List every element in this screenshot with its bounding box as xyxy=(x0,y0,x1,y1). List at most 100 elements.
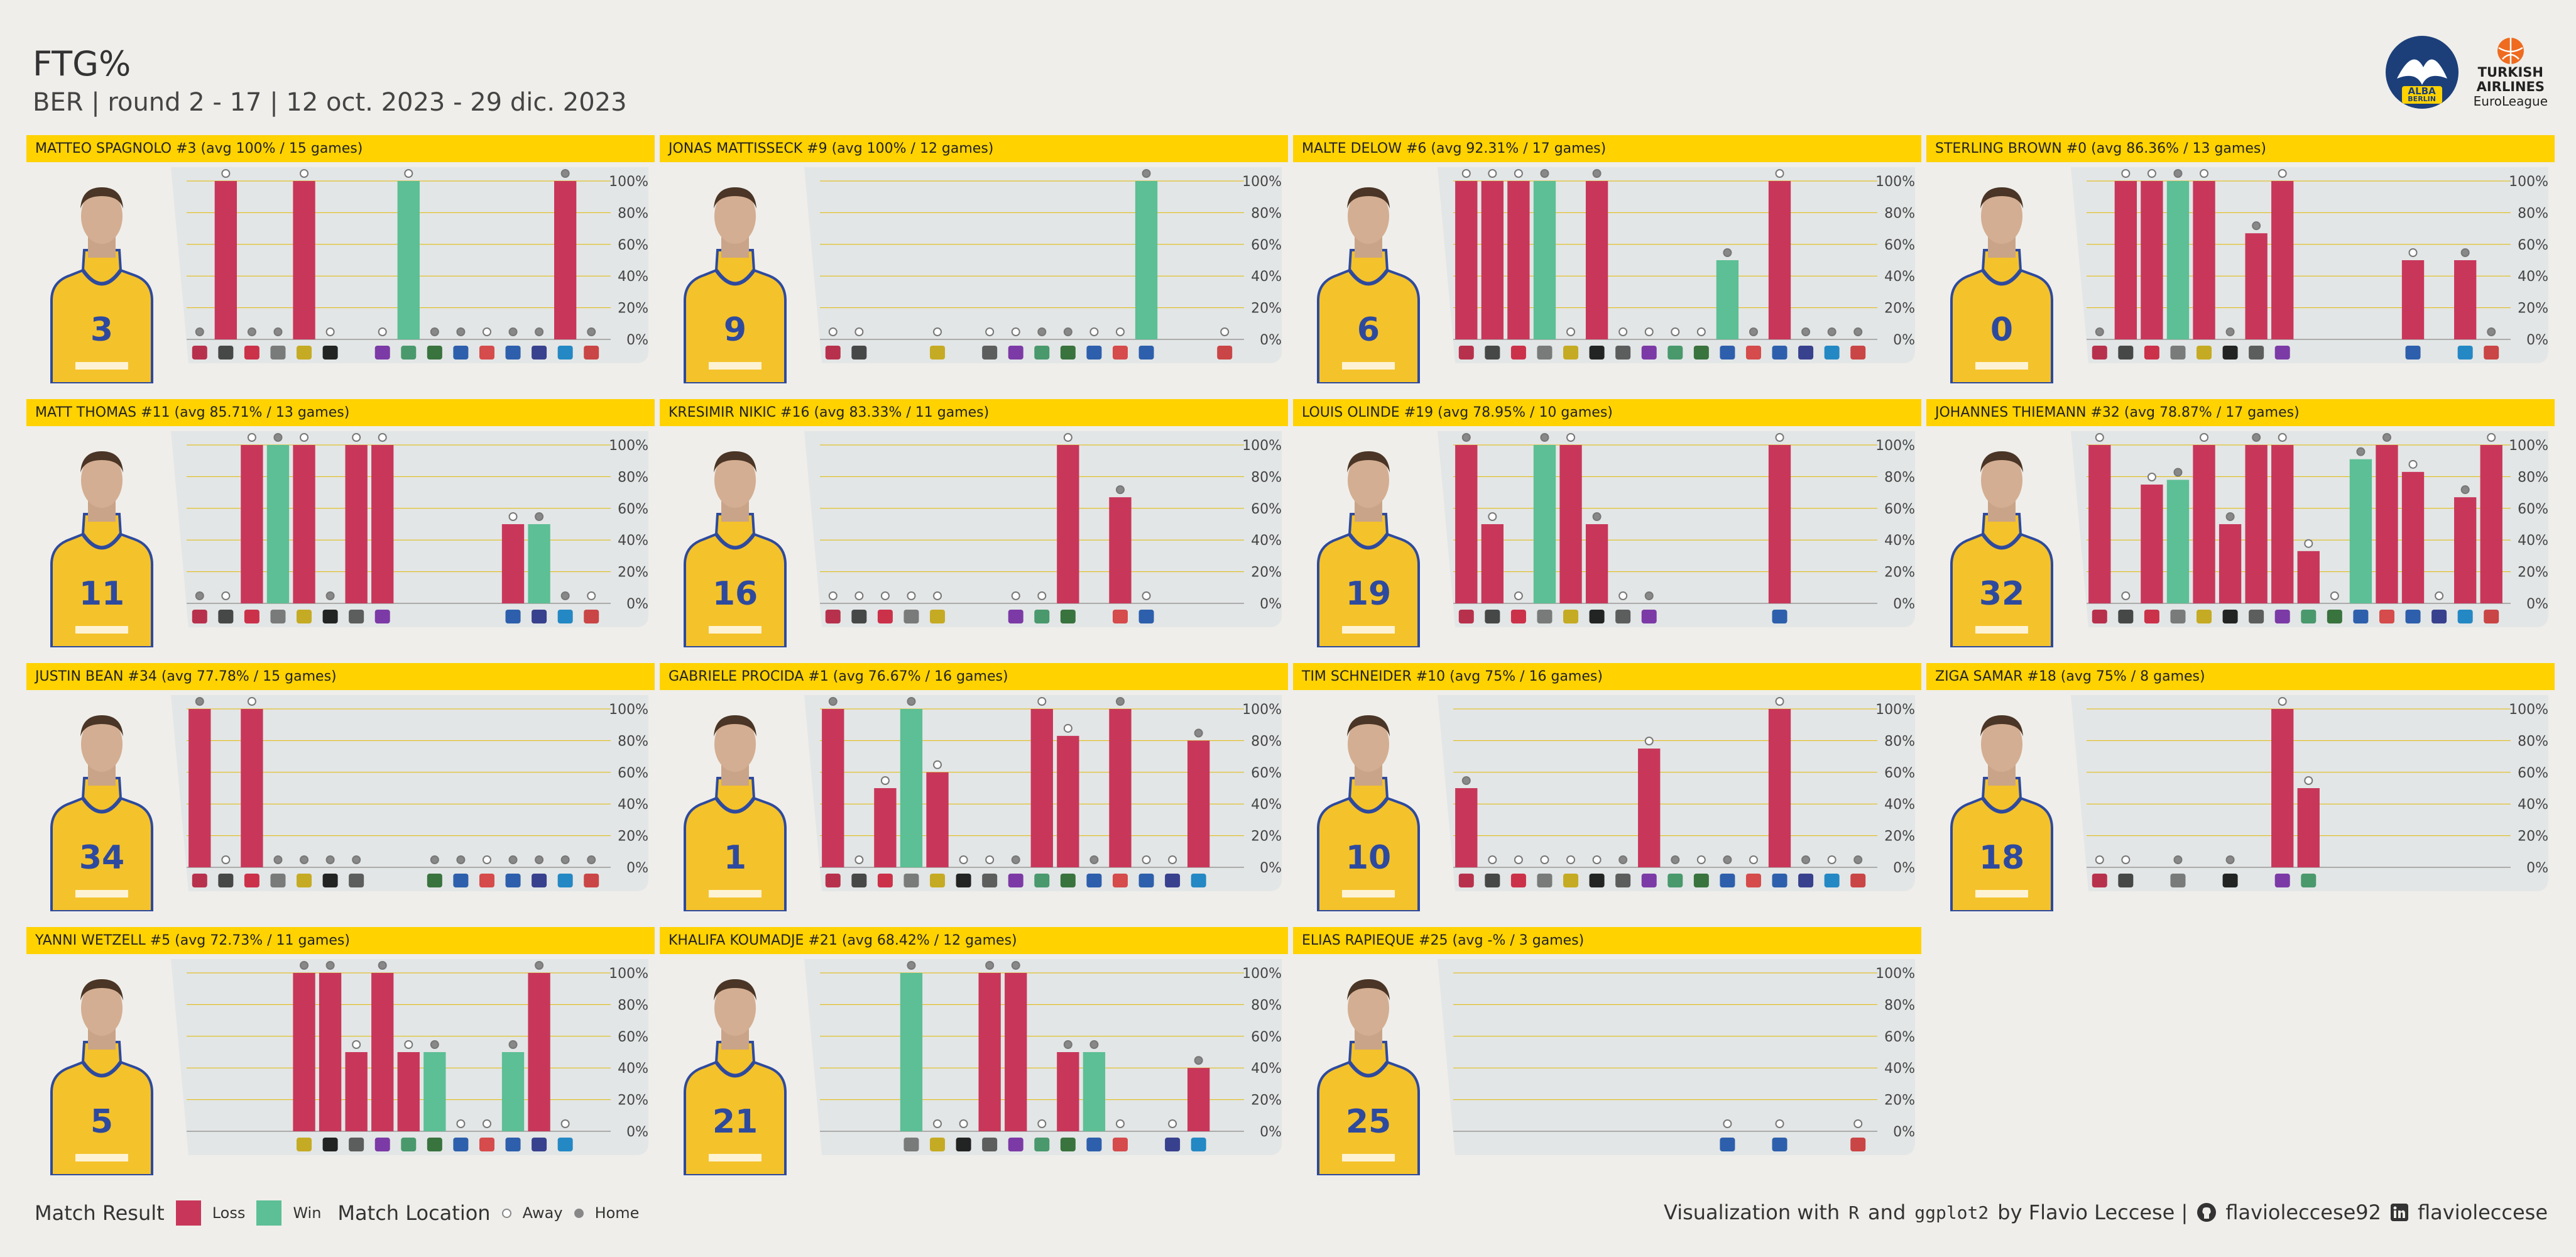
player-panel: KHALIFA KOUMADJE #21 (avg 68.42% / 12 ga… xyxy=(660,927,1288,1175)
home-marker xyxy=(535,512,544,521)
y-tick-label: 80% xyxy=(618,733,648,749)
opponent-logo xyxy=(1537,346,1553,360)
y-tick-label: 40% xyxy=(1251,269,1282,285)
credit-linkedin[interactable]: flavioleccese xyxy=(2418,1200,2548,1224)
away-marker xyxy=(1488,512,1497,521)
player-photo: 11 xyxy=(50,451,153,647)
opponent-logo xyxy=(1138,346,1154,360)
y-tick-label: 100% xyxy=(1242,174,1282,190)
home-marker xyxy=(1063,1040,1072,1049)
opponent-logo xyxy=(1589,610,1605,623)
y-tick-label: 20% xyxy=(1884,829,1915,845)
player-panel: MATT THOMAS #11 (avg 85.71% / 13 games) 1… xyxy=(26,399,655,647)
opponent-logo xyxy=(427,346,442,360)
y-tick-label: 100% xyxy=(1875,702,1915,718)
home-marker xyxy=(378,961,387,970)
home-marker xyxy=(1037,327,1047,336)
sponsor-patch xyxy=(1342,626,1395,634)
opponent-logo xyxy=(2197,346,2212,360)
ftg-bar xyxy=(1030,709,1053,867)
ftg-bar xyxy=(1057,735,1079,867)
away-marker xyxy=(1618,327,1628,336)
away-marker xyxy=(1566,433,1576,442)
opponent-logo xyxy=(532,874,547,887)
player-panel-title: KRESIMIR NIKIC #16 (avg 83.33% / 11 game… xyxy=(660,399,1288,426)
player-chart: 19 0% 20% 40% 60% 80% 100% xyxy=(1317,431,1915,647)
credit-by: by Flavio Leccese | xyxy=(1997,1200,2188,1224)
y-tick-label: 80% xyxy=(1251,469,1282,485)
ftg-bar xyxy=(2219,524,2242,603)
y-tick-label: 0% xyxy=(1260,596,1282,612)
opponent-logo xyxy=(2222,874,2238,887)
opponent-logo xyxy=(1563,610,1579,623)
y-tick-label: 80% xyxy=(1251,997,1282,1013)
home-marker xyxy=(456,855,466,864)
page-title: FTG% xyxy=(33,44,131,84)
opponent-logo xyxy=(1641,346,1657,360)
home-marker xyxy=(560,169,570,178)
home-marker xyxy=(300,961,309,970)
player-chart: 32 0% 20% 40% 60% 80% 100% xyxy=(1950,431,2548,647)
ftg-bar xyxy=(1768,445,1791,603)
home-marker xyxy=(1853,327,1863,336)
opponent-logo xyxy=(2274,874,2290,887)
y-tick-label: 100% xyxy=(609,438,648,454)
player-chart: 1 0% 20% 40% 60% 80% 100% xyxy=(684,695,1282,911)
opponent-logo xyxy=(2118,346,2134,360)
credit: Visualization with R and ggplot2 by Flav… xyxy=(1664,1200,2548,1224)
away-marker xyxy=(2408,248,2418,257)
home-marker xyxy=(535,855,544,864)
opponent-logo xyxy=(2484,610,2499,623)
y-tick-label: 80% xyxy=(1251,733,1282,749)
opponent-logo xyxy=(982,1138,998,1151)
credit-github[interactable]: flavioleccese92 xyxy=(2225,1200,2381,1224)
opponent-logo xyxy=(2353,610,2369,623)
player-chart: 11 0% 20% 40% 60% 80% 100% xyxy=(50,431,648,647)
opponent-logo xyxy=(1165,874,1181,887)
euroleague-line-3: EuroLeague xyxy=(2473,93,2548,109)
home-marker xyxy=(2487,327,2496,336)
player-panel-title: MATT THOMAS #11 (avg 85.71% / 13 games) xyxy=(26,399,655,426)
opponent-logo xyxy=(1112,346,1128,360)
home-marker xyxy=(2252,221,2261,231)
y-tick-label: 20% xyxy=(2518,829,2548,845)
ftg-bar xyxy=(241,445,263,603)
opponent-logo xyxy=(1458,610,1474,623)
opponent-logo xyxy=(427,874,442,887)
y-tick-label: 20% xyxy=(1884,565,1915,581)
logos: ALBA BERLIN TURKISH AIRLINES EuroLeague xyxy=(2384,35,2548,110)
sponsor-patch xyxy=(1342,362,1395,370)
home-marker xyxy=(195,591,204,600)
y-tick-label: 60% xyxy=(1884,766,1915,781)
opponent-logo xyxy=(1720,346,1735,360)
away-marker xyxy=(1220,327,1230,336)
y-tick-label: 40% xyxy=(618,797,648,813)
y-tick-label: 40% xyxy=(1251,797,1282,813)
opponent-logo xyxy=(825,874,841,887)
opponent-logo xyxy=(1563,874,1579,887)
home-marker xyxy=(325,961,335,970)
ftg-bar xyxy=(1455,445,1478,603)
ftg-bar xyxy=(554,181,577,339)
player-chart: 9 0% 20% 40% 60% 80% 100% xyxy=(684,167,1282,383)
away-marker xyxy=(1827,855,1836,864)
opponent-logo xyxy=(1060,1138,1076,1151)
y-tick-label: 100% xyxy=(609,966,648,982)
away-marker xyxy=(1618,591,1628,600)
opponent-logo xyxy=(1824,346,1840,360)
y-tick-label: 0% xyxy=(626,596,648,612)
away-marker xyxy=(1115,1119,1125,1128)
home-marker xyxy=(1461,433,1471,442)
home-marker xyxy=(195,327,204,336)
player-panel: TIM SCHNEIDER #10 (avg 75% / 16 games) 10… xyxy=(1293,663,1921,911)
jersey-number: 9 xyxy=(724,311,746,349)
plot-background xyxy=(1438,959,1915,1155)
home-marker xyxy=(1461,776,1471,785)
away-marker xyxy=(1089,327,1099,336)
y-tick-label: 40% xyxy=(1884,1061,1915,1077)
y-tick-label: 80% xyxy=(1884,997,1915,1013)
ftg-bar xyxy=(2401,471,2425,603)
ftg-bar xyxy=(397,1052,420,1131)
github-icon xyxy=(2197,1203,2217,1222)
y-tick-label: 60% xyxy=(618,502,648,517)
